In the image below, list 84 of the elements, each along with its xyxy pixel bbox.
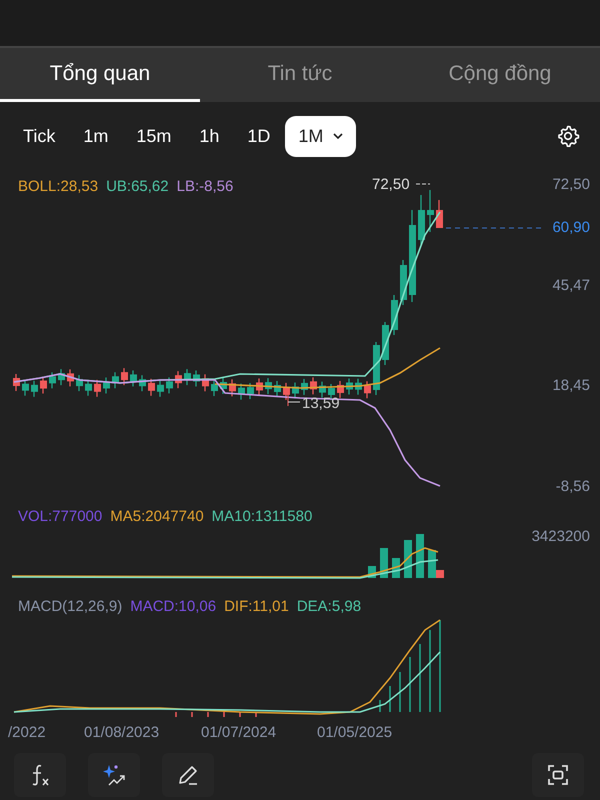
candle	[130, 370, 137, 386]
candle	[337, 380, 344, 398]
candle	[193, 370, 200, 386]
candle	[265, 378, 272, 394]
interval-button[interactable]: 1D	[234, 116, 284, 156]
tab[interactable]: Cộng đồng	[400, 48, 600, 102]
candle	[94, 380, 101, 397]
interval-button[interactable]: Tick	[10, 116, 68, 156]
axis-label: 3423200	[532, 528, 590, 545]
formula-button[interactable]	[14, 753, 66, 797]
candle	[346, 378, 353, 395]
candle	[103, 377, 110, 394]
candle	[49, 372, 56, 388]
low-price-label: 13,59	[302, 395, 340, 412]
candle	[400, 260, 407, 305]
indicator-label: MA10:1311580	[212, 508, 312, 525]
high-price-label: 72,50	[372, 176, 410, 193]
axis-label: 01/07/2024	[201, 724, 276, 741]
indicator-label: MACD(12,26,9)	[18, 598, 122, 615]
draw-button[interactable]	[162, 753, 214, 797]
candle	[229, 379, 236, 396]
candle	[166, 377, 173, 394]
candle	[67, 369, 74, 386]
candle	[22, 380, 29, 396]
indicator-label: UB:65,62	[106, 178, 169, 195]
candle	[31, 380, 38, 397]
candle	[355, 378, 362, 395]
candle	[427, 190, 434, 232]
interval-button[interactable]: 1h	[186, 116, 232, 156]
pencil-icon	[176, 763, 200, 787]
axis-label: /2022	[8, 724, 46, 741]
interval-button[interactable]: 1m	[70, 116, 122, 156]
interval-button[interactable]: 15m	[123, 116, 184, 156]
tab[interactable]: Tin tức	[200, 48, 400, 102]
candle	[76, 375, 83, 392]
axis-label: 01/05/2025	[317, 724, 392, 741]
candle	[274, 381, 281, 397]
capture-icon	[546, 763, 570, 787]
candle	[13, 374, 20, 391]
axis-label: 18,45	[552, 377, 590, 394]
candle	[121, 368, 128, 386]
candle	[283, 382, 290, 400]
candle	[112, 372, 119, 388]
indicator-label: DEA:5,98	[296, 598, 362, 615]
tab[interactable]: Tổng quan	[0, 48, 200, 102]
candle	[175, 371, 182, 388]
candle	[301, 378, 308, 395]
candle	[211, 380, 218, 396]
candle	[85, 380, 92, 396]
candle	[319, 382, 326, 398]
indicator-label: LB:-8,56	[176, 178, 234, 195]
last-price-label: 60,90	[552, 219, 590, 236]
settings-icon[interactable]	[556, 124, 580, 148]
ai-indicator-button[interactable]	[88, 753, 140, 797]
indicator-label: VOL:777000	[18, 508, 102, 525]
candle	[157, 380, 164, 397]
candle	[58, 369, 65, 386]
candle	[310, 377, 317, 394]
axis-label: 72,50	[552, 176, 590, 193]
indicator-label: BOLL:28,53	[18, 178, 98, 195]
candle	[148, 378, 155, 396]
candle	[40, 376, 47, 394]
axis-label: -8,56	[556, 478, 590, 495]
candle	[418, 195, 425, 245]
low-marker-icon	[288, 392, 300, 406]
indicator-label: DIF:11,01	[224, 598, 289, 615]
axis-label: 01/08/2023	[84, 724, 160, 741]
candle	[436, 200, 443, 228]
candle	[139, 375, 146, 392]
candle	[373, 342, 380, 395]
candle	[238, 384, 245, 400]
candle	[220, 378, 227, 394]
indicator-label: MACD:10,06	[130, 598, 216, 615]
indicator-label: MA5:2047740	[110, 508, 204, 525]
sparkle-chart-icon	[101, 763, 127, 787]
candle	[247, 383, 254, 400]
candle	[202, 374, 209, 392]
candle	[364, 381, 371, 398]
candle	[184, 369, 191, 386]
candle	[256, 378, 263, 396]
interval-button[interactable]: 1M	[285, 116, 356, 156]
axis-label: 45,47	[552, 277, 590, 294]
screenshot-button[interactable]	[532, 753, 584, 797]
candle	[292, 382, 299, 399]
